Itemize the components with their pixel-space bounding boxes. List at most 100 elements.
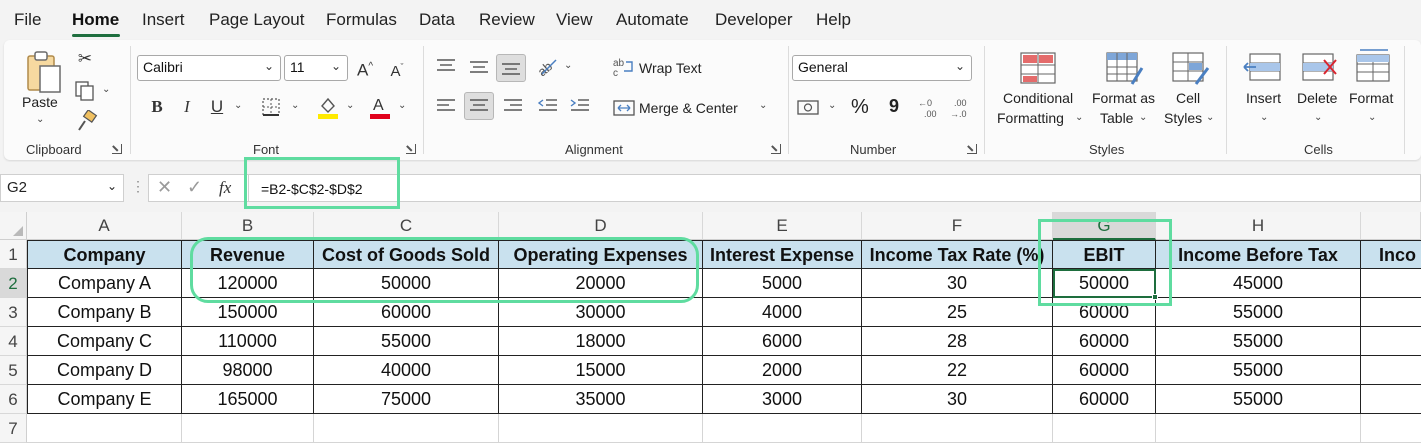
alignment-launcher-icon[interactable] [771, 144, 781, 154]
conditional-dropdown-icon[interactable]: ⌄ [1075, 112, 1083, 123]
column-header-g[interactable]: G [1053, 212, 1156, 240]
table-cell[interactable]: 28 [862, 327, 1053, 356]
borders-dropdown-icon[interactable]: ⌄ [291, 100, 299, 111]
table-cell[interactable]: 6000 [703, 327, 862, 356]
wrap-text-button[interactable]: Wrap Text [639, 60, 702, 76]
insert-dropdown-icon[interactable]: ⌄ [1260, 112, 1268, 123]
table-cell[interactable]: 20000 [499, 269, 703, 298]
table-cell[interactable]: 35000 [499, 385, 703, 414]
column-header-h[interactable]: H [1156, 212, 1361, 240]
table-cell[interactable]: 55000 [1156, 356, 1361, 385]
column-header-c[interactable]: C [314, 212, 499, 240]
bottom-align-button[interactable] [496, 54, 526, 82]
table-cell[interactable] [862, 414, 1053, 443]
insert-cells-icon[interactable] [1242, 50, 1284, 86]
row-header-2[interactable]: 2 [0, 269, 27, 298]
table-cell[interactable]: Company A [27, 269, 182, 298]
orientation-dropdown-icon[interactable]: ⌄ [564, 60, 572, 71]
fill-color-icon[interactable] [316, 94, 340, 120]
table-cell[interactable]: 3000 [703, 385, 862, 414]
cancel-icon[interactable]: ✕ [157, 177, 172, 198]
cell-styles-dropdown-icon[interactable]: ⌄ [1206, 112, 1214, 123]
row-header-7[interactable]: 7 [0, 414, 27, 443]
table-cell[interactable]: 150000 [182, 298, 314, 327]
formula-input[interactable]: =B2-$C$2-$D$2 [248, 174, 1421, 202]
header-cell-company[interactable]: Company [27, 240, 182, 269]
delete-dropdown-icon[interactable]: ⌄ [1314, 112, 1322, 123]
table-cell[interactable] [1053, 414, 1156, 443]
number-format-select[interactable]: General ⌄ [792, 55, 972, 81]
active-cell[interactable]: 50000 [1053, 269, 1156, 298]
increase-indent-icon[interactable] [568, 96, 592, 116]
decrease-font-size-icon[interactable]: Aˇ [384, 54, 410, 80]
increase-font-size-icon[interactable]: A^ [352, 54, 378, 80]
header-cell-ebit[interactable]: EBIT [1053, 240, 1156, 269]
conditional-formatting-label-1[interactable]: Conditional [1003, 90, 1073, 106]
table-cell[interactable]: 55000 [1156, 385, 1361, 414]
table-cell[interactable] [1156, 414, 1361, 443]
fill-handle[interactable] [1152, 294, 1158, 300]
top-align-icon[interactable] [434, 56, 458, 76]
format-table-dropdown-icon[interactable]: ⌄ [1139, 112, 1147, 123]
table-cell[interactable]: 75000 [314, 385, 499, 414]
insert-function-icon[interactable]: fx [219, 178, 231, 198]
header-cell-cogs[interactable]: Cost of Goods Sold [314, 240, 499, 269]
table-cell[interactable]: 60000 [1053, 298, 1156, 327]
menu-insert[interactable]: Insert [142, 10, 185, 30]
menu-formulas[interactable]: Formulas [326, 10, 397, 30]
table-cell[interactable]: Company D [27, 356, 182, 385]
name-box[interactable]: G2 ⌄ [0, 174, 124, 202]
borders-icon[interactable] [260, 96, 282, 118]
table-cell[interactable]: 55000 [1156, 298, 1361, 327]
merge-center-icon[interactable] [612, 98, 636, 118]
table-cell[interactable] [1361, 385, 1421, 414]
header-cell-interest-expense[interactable]: Interest Expense [703, 240, 862, 269]
table-cell[interactable]: 60000 [1053, 385, 1156, 414]
more-options-icon[interactable]: ⋮ [131, 178, 145, 195]
cut-icon[interactable]: ✂ [72, 46, 98, 72]
table-cell[interactable]: 18000 [499, 327, 703, 356]
header-cell-income-truncated[interactable]: Inco [1361, 240, 1421, 269]
row-header-4[interactable]: 4 [0, 327, 27, 356]
menu-developer[interactable]: Developer [715, 10, 793, 30]
table-cell[interactable]: Company B [27, 298, 182, 327]
header-cell-income-tax-rate[interactable]: Income Tax Rate (%) [862, 240, 1053, 269]
cell-styles-icon[interactable] [1170, 50, 1210, 86]
format-as-table-label-2[interactable]: Table [1100, 110, 1133, 126]
table-cell[interactable] [1361, 298, 1421, 327]
table-cell[interactable]: 40000 [314, 356, 499, 385]
menu-automate[interactable]: Automate [616, 10, 689, 30]
italic-button[interactable]: I [174, 94, 200, 120]
increase-decimal-icon[interactable]: ←0 .00 [916, 96, 944, 120]
table-cell[interactable] [314, 414, 499, 443]
table-cell[interactable]: 30000 [499, 298, 703, 327]
accounting-format-icon[interactable] [796, 98, 822, 118]
percent-style-button[interactable]: % [851, 96, 869, 119]
table-cell[interactable]: 25 [862, 298, 1053, 327]
menu-review[interactable]: Review [479, 10, 535, 30]
table-cell[interactable] [1361, 414, 1421, 443]
number-launcher-icon[interactable] [967, 144, 977, 154]
merge-dropdown-icon[interactable]: ⌄ [759, 100, 767, 111]
table-cell[interactable]: 60000 [1053, 356, 1156, 385]
table-cell[interactable]: 60000 [1053, 327, 1156, 356]
menu-view[interactable]: View [556, 10, 593, 30]
table-cell[interactable] [499, 414, 703, 443]
column-header-a[interactable]: A [27, 212, 182, 240]
header-cell-income-before-tax[interactable]: Income Before Tax [1156, 240, 1361, 269]
copy-icon[interactable] [74, 80, 96, 102]
menu-file[interactable]: File [14, 10, 41, 30]
table-cell[interactable]: 2000 [703, 356, 862, 385]
table-cell[interactable]: 4000 [703, 298, 862, 327]
align-center-button[interactable] [464, 92, 494, 120]
font-size-select[interactable]: 11 ⌄ [284, 55, 348, 81]
font-color-icon[interactable]: A [368, 94, 392, 120]
format-painter-icon[interactable] [76, 110, 98, 132]
table-cell[interactable]: 55000 [314, 327, 499, 356]
select-all-corner[interactable] [0, 212, 27, 240]
font-launcher-icon[interactable] [406, 144, 416, 154]
cell-styles-label-2[interactable]: Styles [1164, 110, 1202, 126]
format-as-table-label-1[interactable]: Format as [1092, 90, 1155, 106]
format-cells-button[interactable]: Format [1349, 90, 1393, 106]
table-cell[interactable]: 22 [862, 356, 1053, 385]
